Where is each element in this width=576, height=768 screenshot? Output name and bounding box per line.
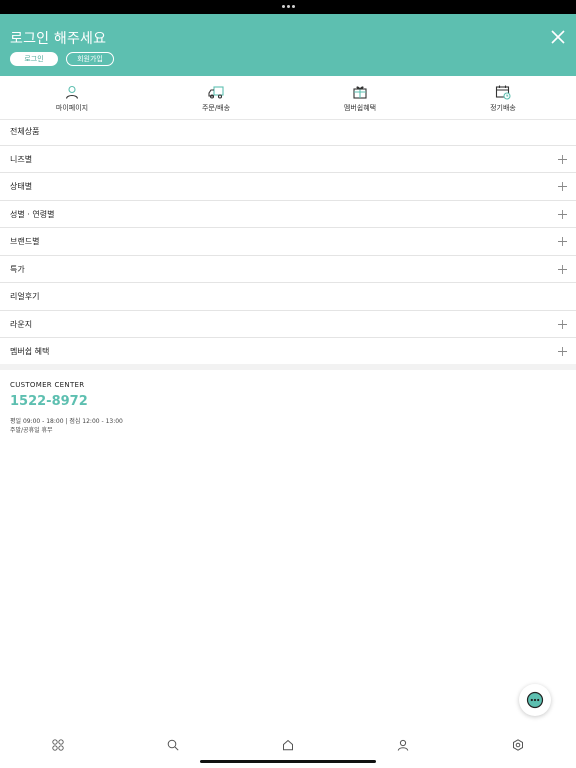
menu-item-label: 상태별 <box>10 182 33 191</box>
quick-link-subscription[interactable]: 정기배송 <box>463 76 543 120</box>
quick-link-orders[interactable]: 주문/배송 <box>176 76 256 120</box>
person-icon <box>64 84 80 100</box>
menu-item-real-reviews[interactable]: 리얼후기 <box>0 283 576 311</box>
quick-link-label: 정기배송 <box>490 104 516 112</box>
quick-link-mypage[interactable]: 마이페이지 <box>32 76 112 120</box>
section-divider <box>0 364 576 370</box>
settings-icon[interactable] <box>512 739 524 751</box>
menu-item-by-gender-age[interactable]: 성별 · 연령별 <box>0 201 576 228</box>
plus-icon[interactable] <box>558 264 567 274</box>
plus-icon[interactable] <box>558 209 567 219</box>
menu-item-label: 성별 · 연령별 <box>10 209 55 219</box>
user-icon[interactable] <box>397 739 409 751</box>
quick-link-label: 멤버쉽혜택 <box>343 104 377 112</box>
plus-icon[interactable] <box>558 347 567 356</box>
menu-item-label: 전체상품 <box>10 127 40 136</box>
menu-header: 로그인 해주세요 로그인 회원가입 <box>0 14 576 76</box>
menu-item-by-needs[interactable]: 니즈별 <box>0 146 576 173</box>
quick-link-label: 마이페이지 <box>55 104 89 112</box>
login-prompt-title: 로그인 해주세요 <box>10 31 107 47</box>
menu-item-label: 멤버쉽 혜택 <box>10 347 50 356</box>
close-icon[interactable] <box>550 29 566 45</box>
quick-link-label: 주문/배송 <box>201 104 231 112</box>
gift-box-icon <box>352 84 368 100</box>
home-icon[interactable] <box>282 739 294 751</box>
grid-icon[interactable] <box>52 739 64 751</box>
plus-icon[interactable] <box>558 237 567 246</box>
menu-item-label: 라운지 <box>10 319 33 329</box>
menu-item-label: 니즈별 <box>10 154 33 164</box>
plus-icon[interactable] <box>558 182 567 191</box>
search-icon[interactable] <box>167 739 179 751</box>
plus-icon[interactable] <box>558 319 567 329</box>
customer-center-holiday: 주말/공휴일 휴무 <box>10 427 53 434</box>
menu-item-lounge[interactable]: 라운지 <box>0 311 576 338</box>
delivery-truck-icon <box>208 84 224 100</box>
quick-links: 마이페이지 주문/배송 멤버쉽혜택 정기배송 <box>0 76 576 120</box>
customer-center-hours: 평일 09:00 - 18:00 | 점심 12:00 - 13:00 <box>10 418 123 425</box>
multitask-dots[interactable] <box>282 5 295 8</box>
menu-item-by-condition[interactable]: 상태별 <box>0 173 576 201</box>
chat-bubble-icon <box>526 691 544 709</box>
calendar-clock-icon <box>495 84 511 100</box>
quick-link-membership[interactable]: 멤버쉽혜택 <box>320 76 400 120</box>
menu-item-label: 브랜드별 <box>10 237 40 246</box>
menu-item-membership-benefits[interactable]: 멤버쉽 혜택 <box>0 338 576 366</box>
menu-item-label: 특가 <box>10 264 25 274</box>
login-button[interactable]: 로그인 <box>10 52 58 66</box>
category-menu: 전체상품 니즈별 상태별 성별 · 연령별 브랜드별 특가 리얼후기 라운지 멤… <box>0 118 576 366</box>
plus-icon[interactable] <box>558 154 567 164</box>
menu-item-all-products[interactable]: 전체상품 <box>0 118 576 146</box>
menu-item-label: 리얼후기 <box>10 292 40 301</box>
status-bar <box>0 0 576 14</box>
signup-button[interactable]: 회원가입 <box>66 52 114 66</box>
chat-button[interactable] <box>519 684 551 716</box>
menu-item-special-deals[interactable]: 특가 <box>0 256 576 283</box>
customer-center-phone[interactable]: 1522-8972 <box>10 394 88 409</box>
customer-center-title: CUSTOMER CENTER <box>10 381 85 389</box>
home-indicator <box>200 760 376 763</box>
menu-item-by-brand[interactable]: 브랜드별 <box>0 228 576 256</box>
